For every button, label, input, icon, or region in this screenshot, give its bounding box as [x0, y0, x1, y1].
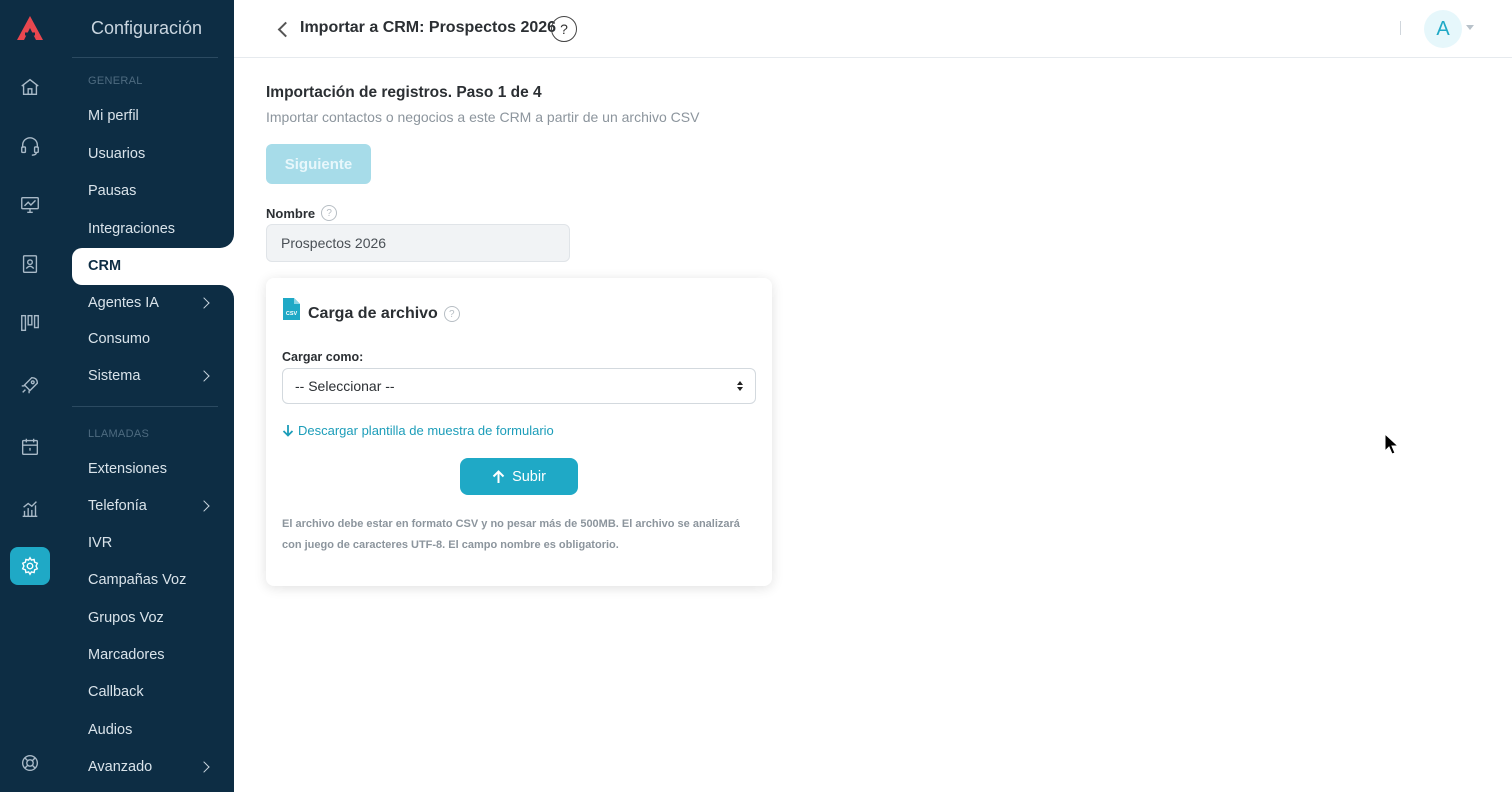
sidebar-item-callback[interactable]: Callback	[88, 680, 210, 704]
csv-badge-text: CSV	[286, 311, 298, 317]
home-icon[interactable]	[10, 68, 50, 106]
help-question-icon[interactable]: ?	[551, 16, 577, 42]
sidebar-item-label: Grupos Voz	[88, 610, 164, 626]
sidebar-item-agentes-ia[interactable]: Agentes IA	[88, 291, 210, 315]
sidebar-item-extensiones[interactable]: Extensiones	[88, 457, 210, 481]
sidebar-title: Configuración	[91, 18, 203, 38]
upload-button[interactable]: Subir	[460, 458, 578, 495]
avatar[interactable]: A	[1424, 10, 1462, 48]
sidebar-item-label: IVR	[88, 535, 113, 551]
analytics-icon[interactable]	[10, 490, 50, 528]
sidebar-item-avanzado[interactable]: Avanzado	[88, 755, 210, 779]
card-title: Carga de archivo ?	[308, 305, 460, 323]
help-question-icon[interactable]: ?	[321, 205, 338, 221]
settings-sidebar: Configuración GENERAL Mi perfil Usuarios…	[60, 0, 234, 792]
chevron-right-icon	[198, 370, 210, 382]
sidebar-item-consumo[interactable]: Consumo	[88, 327, 210, 351]
rocket-icon[interactable]	[10, 366, 50, 404]
sidebar-item-label: Audios	[88, 722, 133, 738]
sidebar-item-label: Campañas Voz	[88, 572, 187, 588]
sidebar-section-llamadas: LLAMADAS	[88, 428, 150, 440]
load-as-label: Cargar como:	[282, 350, 364, 364]
file-upload-card: CSV Carga de archivo ? Cargar como: -- S…	[266, 278, 772, 586]
sidebar-divider	[72, 57, 218, 58]
sidebar-item-sistema[interactable]: Sistema	[88, 364, 210, 388]
csv-file-icon: CSV	[283, 298, 300, 320]
chevron-right-icon	[198, 500, 210, 512]
sidebar-item-ivr[interactable]: IVR	[88, 531, 210, 555]
sidebar-active-curve-top	[220, 230, 234, 248]
next-button[interactable]: Siguiente	[266, 144, 371, 184]
sidebar-item-usuarios[interactable]: Usuarios	[88, 142, 210, 166]
download-link-text: Descargar plantilla de muestra de formul…	[298, 423, 554, 438]
step-subtitle: Importar contactos o negocios a este CRM…	[266, 109, 700, 125]
load-as-select[interactable]: -- Seleccionar --	[282, 368, 756, 404]
sidebar-item-label: Sistema	[88, 368, 141, 384]
mouse-cursor-icon	[1384, 433, 1400, 455]
sidebar-item-campanas-voz[interactable]: Campañas Voz	[88, 568, 210, 592]
sidebar-active-curve-bottom	[220, 285, 234, 303]
sidebar-section-general: GENERAL	[88, 75, 143, 87]
settings-icon[interactable]	[10, 547, 50, 585]
headset-icon[interactable]	[10, 127, 50, 165]
sidebar-item-label: Marcadores	[88, 647, 165, 663]
top-header: Importar a CRM: Prospectos 2026 ? A	[234, 0, 1512, 58]
sidebar-item-mi-perfil[interactable]: Mi perfil	[88, 104, 210, 128]
header-separator	[1400, 21, 1401, 35]
sidebar-item-label: Avanzado	[88, 759, 153, 775]
sidebar-item-crm[interactable]: CRM	[88, 254, 210, 278]
select-arrows-icon	[737, 381, 743, 391]
card-title-text: Carga de archivo	[308, 305, 438, 322]
calendar-icon[interactable]	[10, 428, 50, 466]
contacts-book-icon[interactable]	[10, 245, 50, 283]
sidebar-item-integraciones[interactable]: Integraciones	[88, 217, 210, 241]
monitor-icon[interactable]	[10, 186, 50, 224]
sidebar-item-label: Consumo	[88, 331, 151, 347]
help-question-icon[interactable]: ?	[443, 306, 460, 322]
sidebar-item-label: CRM	[88, 258, 122, 274]
sidebar-item-label: Agentes IA	[88, 295, 159, 311]
caret-down-icon[interactable]	[1466, 25, 1474, 30]
arrow-up-icon	[492, 469, 505, 483]
sidebar-item-telefonia[interactable]: Telefonía	[88, 494, 210, 518]
chevron-right-icon	[198, 297, 210, 309]
app-root: Configuración GENERAL Mi perfil Usuarios…	[0, 0, 1512, 792]
name-label-text: Nombre	[266, 205, 316, 221]
upload-button-label: Subir	[512, 468, 546, 485]
download-template-link[interactable]: Descargar plantilla de muestra de formul…	[282, 423, 554, 438]
sidebar-item-label: Pausas	[88, 183, 137, 199]
icon-rail	[0, 0, 60, 792]
sidebar-item-label: Mi perfil	[88, 108, 139, 124]
sidebar-item-marcadores[interactable]: Marcadores	[88, 643, 210, 667]
sidebar-item-audios[interactable]: Audios	[88, 718, 210, 742]
sidebar-item-grupos-voz[interactable]: Grupos Voz	[88, 606, 210, 630]
help-lifebuoy-icon[interactable]	[10, 744, 50, 782]
back-arrow-icon[interactable]	[276, 20, 290, 38]
select-value: -- Seleccionar --	[295, 378, 395, 394]
name-input[interactable]	[266, 224, 570, 262]
sidebar-item-label: Callback	[88, 684, 144, 700]
kanban-icon[interactable]	[10, 304, 50, 342]
sidebar-item-label: Integraciones	[88, 221, 176, 237]
step-title: Importación de registros. Paso 1 de 4	[266, 84, 542, 101]
sidebar-item-pausas[interactable]: Pausas	[88, 179, 210, 203]
arrow-down-icon	[282, 425, 294, 437]
app-logo-icon[interactable]	[15, 14, 45, 42]
sidebar-item-label: Telefonía	[88, 498, 147, 514]
chevron-right-icon	[198, 761, 210, 773]
sidebar-divider	[72, 406, 218, 407]
page-title: Importar a CRM: Prospectos 2026	[300, 19, 557, 36]
sidebar-item-label: Usuarios	[88, 146, 146, 162]
sidebar-item-label: Extensiones	[88, 461, 167, 477]
upload-note: El archivo debe estar en formato CSV y n…	[282, 518, 740, 551]
name-field-label: Nombre ?	[266, 205, 338, 221]
